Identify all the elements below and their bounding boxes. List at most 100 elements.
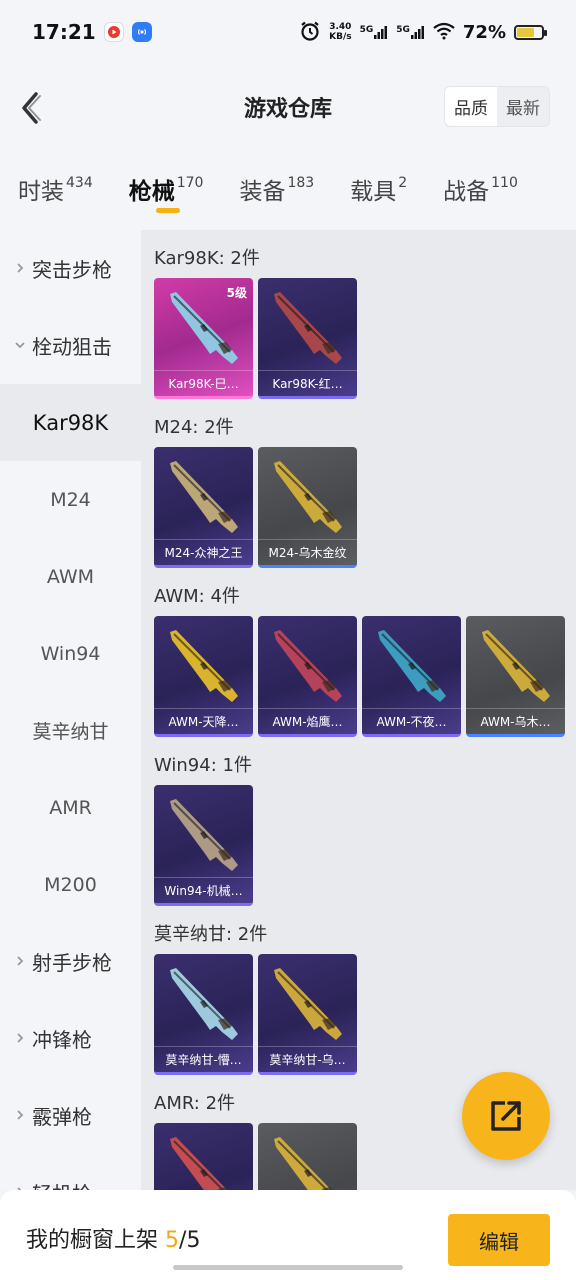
item-row: AWM-天降… AWM-焰鹰… AWM-不夜… AWM-乌木… [154,616,576,737]
sidebar-item-8[interactable]: M200 [0,846,141,923]
sort-option-newest[interactable]: 最新 [497,87,549,126]
item-card[interactable]: 5级 Kar98K-巳… [154,278,253,399]
tab-1[interactable]: 枪械 170 [128,150,203,213]
rifle-icon [274,292,342,364]
item-label: M24-乌木金纹 [258,539,357,565]
group-title: M24: 2件 [154,417,234,438]
edit-button[interactable]: 编辑 [448,1214,550,1266]
level-badge: 5级 [226,286,247,300]
sidebar-item-9[interactable]: 射手步枪 [0,923,141,1000]
sidebar-item-label: AWM [46,565,95,588]
sidebar-item-10[interactable]: 冲锋枪 [0,1000,141,1077]
tab-count: 2 [398,175,408,191]
sidebar-item-7[interactable]: AMR [0,769,141,846]
page-header: 游戏仓库 品质 最新 [0,64,576,150]
sidebar-item-label: M24 [50,488,91,511]
item-card[interactable]: AWM-乌木… [466,616,565,737]
item-card[interactable]: M24-众神之王 [154,447,253,568]
sort-option-quality[interactable]: 品质 [445,87,497,126]
status-bar: 17:21 3.40 KB/s 5G 5G 72% [0,0,576,64]
sidebar-item-label: Win94 [40,642,101,665]
sidebar-item-2[interactable]: Kar98K [0,384,141,461]
rifle-icon [482,630,550,702]
group-title: 莫辛纳甘: 2件 [154,924,268,945]
item-card[interactable]: AWM-天降… [154,616,253,737]
tab-2[interactable]: 装备 183 [239,150,314,206]
sidebar-item-3[interactable]: M24 [0,461,141,538]
item-row: 莫辛纳甘-懵… 莫辛纳甘-乌… [154,954,576,1075]
sidebar-item-1[interactable]: 栓动狙击 [0,307,141,384]
item-row: 5级 Kar98K-巳… Kar98K-红… [154,278,576,399]
item-label: Kar98K-红… [258,370,357,396]
tab-4[interactable]: 战备 110 [443,150,518,206]
rifle-icon [170,461,238,533]
chevron-down-icon [14,335,32,356]
item-card[interactable]: 莫辛纳甘-懵… [154,954,253,1075]
sort-toggle[interactable]: 品质 最新 [444,86,550,127]
active-tab-indicator [155,208,180,213]
item-card[interactable]: Win94-机械… [154,785,253,906]
sidebar-item-11[interactable]: 霰弹枪 [0,1077,141,1154]
item-row: Win94-机械… [154,785,576,906]
signal-2: 5G [396,25,425,39]
share-button[interactable] [462,1072,550,1160]
chevron-right-icon [14,1182,32,1190]
sidebar-item-4[interactable]: AWM [0,538,141,615]
item-card[interactable]: Kar98K-红… [258,278,357,399]
item-card[interactable] [258,1123,357,1190]
signal-bars-icon [374,26,388,39]
video-app-notification-icon [103,22,124,42]
item-card[interactable]: AWM-不夜… [362,616,461,737]
tab-label: 枪械 [128,179,175,205]
sidebar-item-12[interactable]: 轻机枪 [0,1154,141,1190]
item-card[interactable]: AWM-焰鹰… [258,616,357,737]
item-label: M24-众神之王 [154,539,253,565]
showcase-current: 5 [165,1228,180,1253]
sidebar-item-0[interactable]: 突击步枪 [0,230,141,307]
group-title: Win94: 1件 [154,755,252,776]
sidebar-item-label: M200 [44,873,97,896]
showcase-status: 我的橱窗上架 5/5 [26,1222,200,1254]
chevron-right-icon [14,951,32,972]
showcase-label: 我的橱窗上架 [26,1228,159,1253]
battery-percent: 72% [462,21,506,43]
home-indicator[interactable] [173,1265,403,1270]
sidebar-item-label: 突击步枪 [32,258,112,282]
item-label: AWM-不夜… [362,708,461,734]
rifle-icon [378,630,446,702]
share-export-icon [491,1101,521,1131]
battery-icon [514,24,547,40]
item-label: AWM-乌木… [466,708,565,734]
signal-label: 5G [396,25,410,35]
item-card[interactable]: M24-乌木金纹 [258,447,357,568]
item-card[interactable]: 莫辛纳甘-乌… [258,954,357,1075]
sidebar-item-label: Kar98K [32,410,109,435]
tab-0[interactable]: 时装 434 [18,150,93,206]
back-button[interactable] [16,88,46,128]
net-speed-value: 3.40 [329,22,352,32]
item-row: M24-众神之王 M24-乌木金纹 [154,447,576,568]
net-speed-unit: KB/s [329,32,352,42]
rifle-icon [170,968,238,1040]
broadcast-notification-icon [131,22,152,42]
sidebar-item-label: 莫辛纳甘 [32,721,109,743]
chevron-right-icon [14,258,32,279]
wifi-icon [433,22,455,43]
sidebar-item-5[interactable]: Win94 [0,615,141,692]
sidebar-item-6[interactable]: 莫辛纳甘 [0,692,141,769]
sidebar-item-label: 轻机枪 [32,1178,92,1190]
status-time: 17:21 [32,20,96,44]
item-label: AWM-天降… [154,708,253,734]
sidebar-item-label: 霰弹枪 [32,1105,92,1129]
back-arrow-icon [22,92,41,124]
tab-label: 载具 [350,179,397,205]
item-card[interactable] [154,1123,253,1190]
group-title: AWM: 4件 [154,586,240,607]
tab-count: 110 [491,175,518,191]
signal-label: 5G [359,25,374,35]
alarm-icon [299,20,321,45]
item-label: 莫辛纳甘-懵… [154,1046,253,1072]
category-tabs: 时装 434 枪械 170 装备 183 载具 2 战备 110 [0,150,576,230]
tab-3[interactable]: 载具 2 [350,150,407,206]
chevron-right-icon [14,1105,32,1126]
